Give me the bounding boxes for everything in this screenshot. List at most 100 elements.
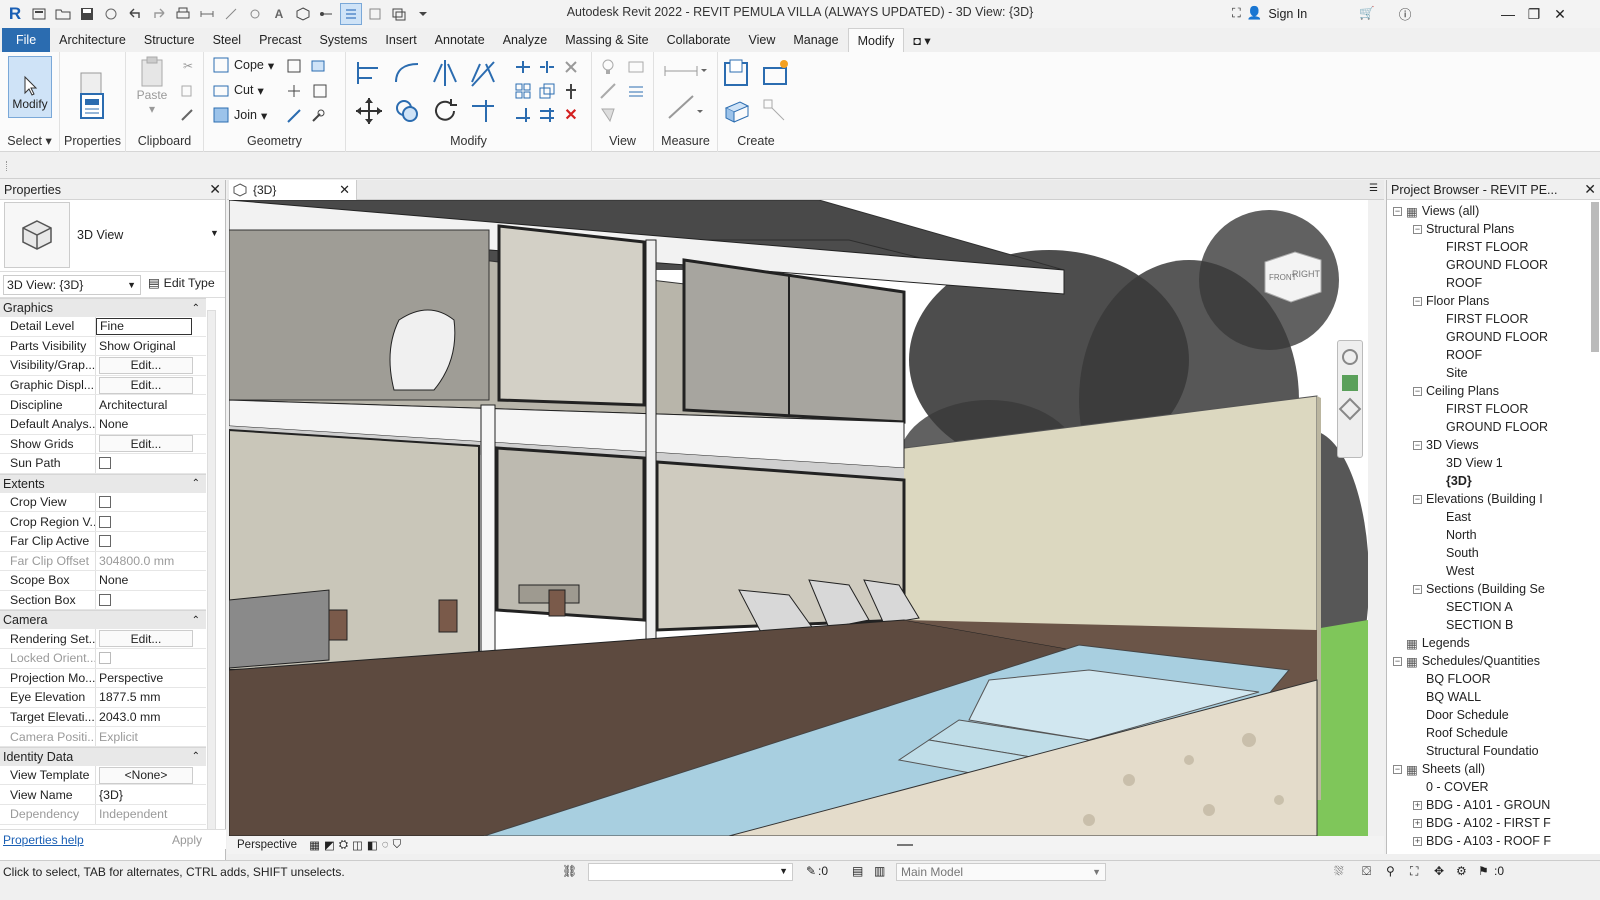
prop-value[interactable]: None: [96, 415, 206, 434]
tab-file[interactable]: File: [2, 28, 51, 52]
group-camera[interactable]: Camera ⌃: [0, 610, 206, 630]
prop-value[interactable]: 2043.0 mm: [96, 708, 206, 727]
prop-value[interactable]: Edit...: [96, 629, 206, 648]
design-option-lock-icon[interactable]: ▥: [874, 864, 885, 878]
collapse-icon[interactable]: ⌃: [192, 478, 200, 489]
cut-geometry-button[interactable]: Cut ▾: [212, 81, 264, 99]
browser-node[interactable]: − Ceiling Plans: [1413, 382, 1499, 400]
3d-viewport[interactable]: FRONT RIGHT: [229, 200, 1368, 836]
prop-value[interactable]: [96, 454, 206, 473]
tab-view[interactable]: View: [740, 28, 785, 52]
type-selector[interactable]: 3D View ▼: [0, 200, 225, 272]
prop-edit-button[interactable]: Edit...: [99, 376, 193, 394]
select-pinned-icon[interactable]: ⚲: [1386, 864, 1395, 878]
tab-annotate[interactable]: Annotate: [426, 28, 494, 52]
browser-node[interactable]: ▦ Legends: [1393, 634, 1470, 652]
join-button[interactable]: Join ▾: [212, 106, 267, 124]
workset-icon[interactable]: ⛓: [562, 864, 577, 878]
prop-value[interactable]: None: [96, 571, 206, 590]
browser-node[interactable]: 0 - COVER: [1413, 778, 1489, 796]
browser-node[interactable]: BQ WALL: [1413, 688, 1481, 706]
tag-icon[interactable]: [244, 3, 266, 25]
browser-node[interactable]: SECTION B: [1433, 616, 1513, 634]
prop-checkbox[interactable]: [99, 496, 111, 509]
collapse-icon[interactable]: −: [1413, 386, 1422, 396]
filter-icon[interactable]: ⚑: [1478, 864, 1489, 878]
prop-value[interactable]: [96, 591, 206, 610]
temp-hide-icon[interactable]: ◌: [382, 839, 389, 851]
prop-checkbox[interactable]: [99, 457, 111, 470]
paste-button[interactable]: Paste ▾: [134, 56, 170, 116]
expand-icon[interactable]: +: [1413, 836, 1422, 846]
wrench-icon[interactable]: [308, 106, 328, 126]
browser-node[interactable]: − ▦ Views (all): [1393, 202, 1479, 220]
browser-node[interactable]: Site: [1433, 364, 1468, 382]
restore-button[interactable]: ❐: [1522, 2, 1546, 26]
tab-modify[interactable]: Modify: [847, 28, 905, 52]
create-parts-icon[interactable]: [758, 56, 792, 90]
prop-value[interactable]: Perspective: [96, 669, 206, 688]
browser-node[interactable]: Door Schedule: [1413, 706, 1509, 724]
offset-icon[interactable]: [390, 56, 424, 90]
group-extents[interactable]: Extents ⌃: [0, 473, 206, 493]
browser-node[interactable]: North: [1433, 526, 1477, 544]
show-crop-icon[interactable]: ◧: [367, 838, 378, 852]
design-options-icon[interactable]: ▤: [852, 864, 863, 878]
view-tabs-menu-icon[interactable]: ☰: [1369, 183, 1378, 194]
tab-massing-site[interactable]: Massing & Site: [556, 28, 657, 52]
design-option-dropdown[interactable]: Main Model ▼: [896, 863, 1106, 881]
sign-in[interactable]: ⛶ 👤 Sign In 🛒 ⓘ: [1232, 4, 1411, 23]
collapse-icon[interactable]: −: [1413, 584, 1422, 594]
steering-wheel-icon[interactable]: [1342, 349, 1358, 365]
trim-single-icon[interactable]: [512, 104, 534, 126]
beam-join-icon[interactable]: [284, 106, 304, 126]
select-by-face-icon[interactable]: ⛶: [1410, 864, 1418, 879]
collapse-icon[interactable]: ⌃: [192, 615, 200, 626]
select-dropdown[interactable]: Select ▾: [0, 133, 59, 148]
prop-value[interactable]: Edit...: [96, 435, 206, 454]
rotate-icon[interactable]: [428, 94, 462, 128]
open-icon[interactable]: [28, 3, 50, 25]
browser-node[interactable]: − Elevations (Building I: [1413, 490, 1543, 508]
zoom-icon[interactable]: [1342, 375, 1358, 391]
crop-icon[interactable]: ◫: [352, 838, 363, 852]
browser-node[interactable]: ROOF: [1433, 346, 1482, 364]
browser-node[interactable]: + BDG - A101 - GROUN: [1413, 796, 1550, 814]
expand-icon[interactable]: +: [1413, 800, 1422, 810]
modify-tool-button[interactable]: Modify: [8, 56, 52, 118]
browser-node[interactable]: FIRST FLOOR: [1433, 310, 1528, 328]
cart-icon[interactable]: 🛒: [1359, 6, 1375, 21]
collapse-icon[interactable]: ⌃: [192, 751, 200, 762]
mirror-pick-axis-icon[interactable]: [428, 56, 462, 90]
cope-button[interactable]: Cope ▾: [212, 56, 274, 74]
collapse-icon[interactable]: −: [1393, 206, 1402, 216]
line-style-icon[interactable]: [624, 80, 648, 102]
browser-node[interactable]: FIRST FLOOR: [1433, 238, 1528, 256]
thin-lines-icon[interactable]: [340, 3, 362, 25]
browser-node[interactable]: + BDG - A102 - FIRST F: [1413, 814, 1551, 832]
copy-element-icon[interactable]: [390, 94, 424, 128]
prop-value[interactable]: Show Original: [96, 337, 206, 356]
create-assembly-icon[interactable]: [720, 56, 754, 90]
prop-value[interactable]: [96, 649, 206, 668]
binoculars-icon[interactable]: ⛶: [1232, 6, 1241, 21]
prop-value[interactable]: [96, 493, 206, 512]
measure-between-icon[interactable]: [660, 60, 710, 82]
browser-node[interactable]: − Structural Plans: [1413, 220, 1514, 238]
render-icon[interactable]: ⛭: [339, 839, 348, 852]
h-scroll-grip[interactable]: [897, 844, 913, 846]
demolish-icon[interactable]: [308, 81, 332, 101]
override-graphics-icon[interactable]: [624, 56, 648, 78]
unpin-icon[interactable]: [560, 56, 582, 78]
undo-icon[interactable]: [124, 3, 146, 25]
select-underlay-icon[interactable]: ⛋: [1362, 864, 1371, 879]
background-processes-icon[interactable]: ⚙: [1456, 864, 1467, 878]
prop-edit-button[interactable]: Edit...: [99, 356, 193, 374]
close-browser-icon[interactable]: ✕: [1584, 181, 1596, 198]
collapse-icon[interactable]: ⌃: [192, 303, 200, 314]
browser-node[interactable]: − Floor Plans: [1413, 292, 1489, 310]
browser-node[interactable]: ROOF: [1433, 274, 1482, 292]
collapse-icon[interactable]: −: [1413, 224, 1422, 234]
close-properties-icon[interactable]: ✕: [209, 181, 221, 198]
view-tab-3d[interactable]: {3D} ✕: [229, 180, 357, 200]
